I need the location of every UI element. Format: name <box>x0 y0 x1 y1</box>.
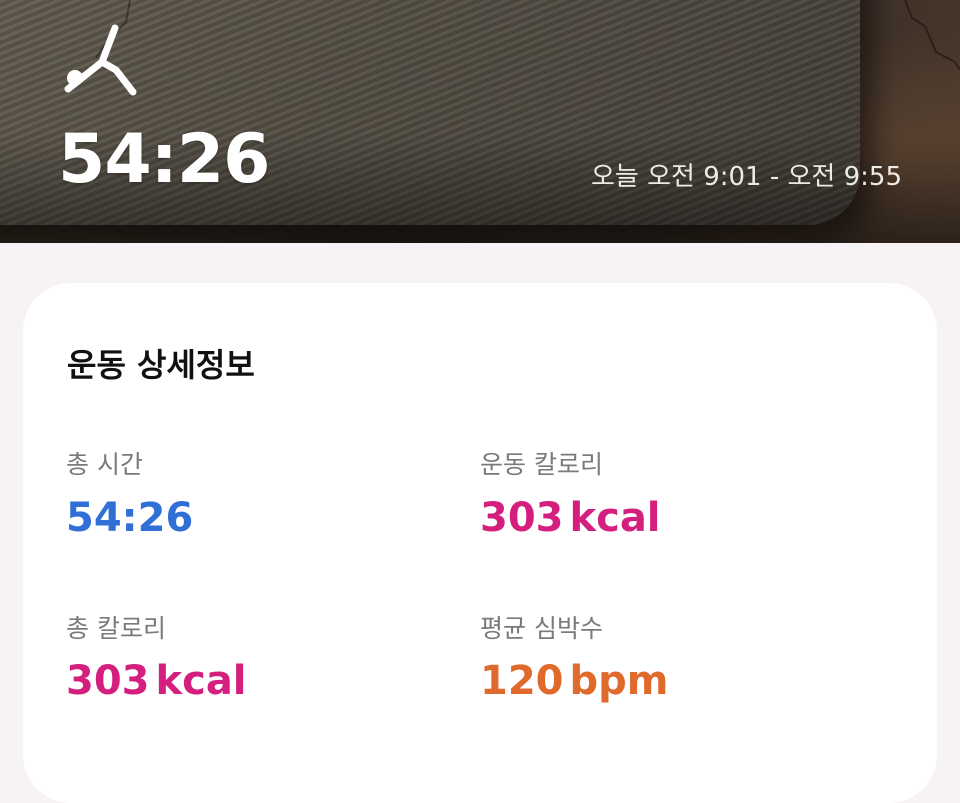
workout-details-card: 운동 상세정보 총 시간 54:26 운동 칼로리 303 kcal 총 칼로리 … <box>23 283 937 803</box>
stat-value-avg-heart-rate: 120 bpm <box>480 658 669 704</box>
stat-label-active-calories: 운동 칼로리 <box>480 450 603 479</box>
stat-value-total-time: 54:26 <box>66 495 194 541</box>
yoga-pose-icon <box>64 24 137 96</box>
workout-header: 54:26 오늘 오전 9:01 - 오전 9:55 <box>0 0 960 243</box>
workout-duration: 54:26 <box>58 120 270 199</box>
stat-label-total-calories: 총 칼로리 <box>66 614 166 643</box>
stat-value-total-calories: 303 kcal <box>66 658 247 704</box>
workout-time-range: 오늘 오전 9:01 - 오전 9:55 <box>591 162 902 192</box>
card-title: 운동 상세정보 <box>67 346 255 384</box>
stat-value-active-calories: 303 kcal <box>480 495 661 541</box>
stat-label-avg-heart-rate: 평균 심박수 <box>480 614 603 643</box>
stat-label-total-time: 총 시간 <box>66 450 143 479</box>
